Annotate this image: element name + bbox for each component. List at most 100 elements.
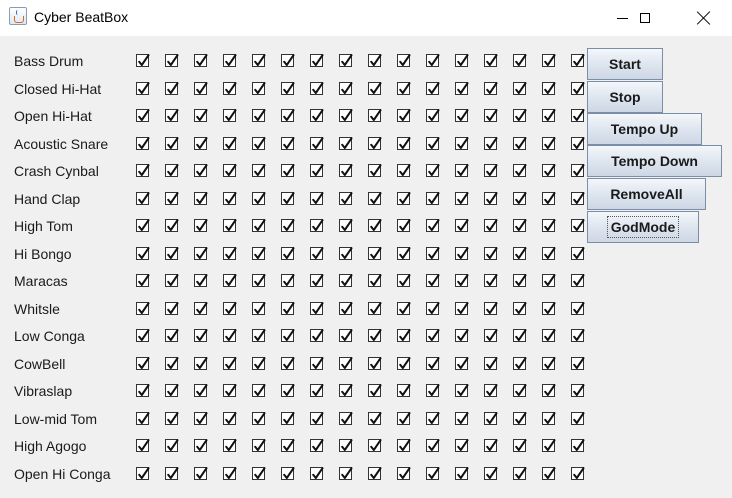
step-checkbox[interactable]	[165, 466, 179, 480]
step-checkbox[interactable]	[165, 136, 179, 150]
step-checkbox[interactable]	[397, 439, 411, 452]
step-checkbox[interactable]	[223, 329, 237, 342]
step-checkbox[interactable]	[223, 384, 237, 397]
step-checkbox[interactable]	[310, 439, 324, 452]
step-checkbox[interactable]	[165, 191, 179, 205]
step-checkbox[interactable]	[571, 81, 585, 95]
step-checkbox[interactable]	[252, 109, 266, 122]
step-checkbox[interactable]	[281, 54, 295, 67]
step-checkbox[interactable]	[281, 246, 295, 260]
step-checkbox[interactable]	[368, 439, 382, 452]
step-checkbox[interactable]	[281, 301, 295, 315]
step-checkbox[interactable]	[455, 356, 469, 370]
step-checkbox[interactable]	[165, 301, 179, 315]
step-checkbox[interactable]	[136, 246, 150, 260]
step-checkbox[interactable]	[542, 219, 556, 232]
step-checkbox[interactable]	[281, 274, 295, 287]
step-checkbox[interactable]	[426, 466, 440, 480]
step-checkbox[interactable]	[571, 329, 585, 342]
step-checkbox[interactable]	[484, 274, 498, 287]
step-checkbox[interactable]	[571, 54, 585, 67]
step-checkbox[interactable]	[339, 191, 353, 205]
step-checkbox[interactable]	[397, 329, 411, 342]
step-checkbox[interactable]	[455, 466, 469, 480]
step-checkbox[interactable]	[542, 246, 556, 260]
step-checkbox[interactable]	[455, 439, 469, 452]
step-checkbox[interactable]	[426, 356, 440, 370]
step-checkbox[interactable]	[310, 329, 324, 342]
step-checkbox[interactable]	[542, 136, 556, 150]
step-checkbox[interactable]	[252, 439, 266, 452]
step-checkbox[interactable]	[136, 191, 150, 205]
step-checkbox[interactable]	[194, 466, 208, 480]
step-checkbox[interactable]	[281, 384, 295, 397]
step-checkbox[interactable]	[136, 136, 150, 150]
step-checkbox[interactable]	[194, 109, 208, 122]
step-checkbox[interactable]	[397, 136, 411, 150]
step-checkbox[interactable]	[484, 54, 498, 67]
step-checkbox[interactable]	[542, 329, 556, 342]
step-checkbox[interactable]	[223, 466, 237, 480]
step-checkbox[interactable]	[571, 246, 585, 260]
step-checkbox[interactable]	[252, 246, 266, 260]
step-checkbox[interactable]	[571, 384, 585, 397]
step-checkbox[interactable]	[310, 136, 324, 150]
step-checkbox[interactable]	[310, 411, 324, 425]
step-checkbox[interactable]	[252, 164, 266, 177]
step-checkbox[interactable]	[542, 54, 556, 67]
step-checkbox[interactable]	[136, 164, 150, 177]
step-checkbox[interactable]	[484, 109, 498, 122]
step-checkbox[interactable]	[513, 439, 527, 452]
step-checkbox[interactable]	[426, 164, 440, 177]
step-checkbox[interactable]	[397, 274, 411, 287]
step-checkbox[interactable]	[368, 191, 382, 205]
step-checkbox[interactable]	[310, 81, 324, 95]
step-checkbox[interactable]	[484, 136, 498, 150]
step-checkbox[interactable]	[513, 466, 527, 480]
step-checkbox[interactable]	[281, 164, 295, 177]
step-checkbox[interactable]	[455, 109, 469, 122]
step-checkbox[interactable]	[455, 246, 469, 260]
start-button[interactable]: Start	[587, 48, 663, 80]
step-checkbox[interactable]	[310, 219, 324, 232]
step-checkbox[interactable]	[194, 329, 208, 342]
step-checkbox[interactable]	[281, 109, 295, 122]
close-button[interactable]	[681, 0, 727, 36]
step-checkbox[interactable]	[194, 54, 208, 67]
step-checkbox[interactable]	[223, 356, 237, 370]
step-checkbox[interactable]	[252, 466, 266, 480]
step-checkbox[interactable]	[571, 191, 585, 205]
step-checkbox[interactable]	[484, 219, 498, 232]
step-checkbox[interactable]	[165, 274, 179, 287]
step-checkbox[interactable]	[136, 329, 150, 342]
step-checkbox[interactable]	[223, 109, 237, 122]
step-checkbox[interactable]	[513, 81, 527, 95]
step-checkbox[interactable]	[165, 81, 179, 95]
step-checkbox[interactable]	[455, 81, 469, 95]
step-checkbox[interactable]	[281, 329, 295, 342]
step-checkbox[interactable]	[542, 356, 556, 370]
step-checkbox[interactable]	[484, 329, 498, 342]
step-checkbox[interactable]	[136, 439, 150, 452]
step-checkbox[interactable]	[165, 54, 179, 67]
step-checkbox[interactable]	[368, 466, 382, 480]
step-checkbox[interactable]	[455, 54, 469, 67]
step-checkbox[interactable]	[426, 301, 440, 315]
step-checkbox[interactable]	[136, 81, 150, 95]
step-checkbox[interactable]	[513, 274, 527, 287]
step-checkbox[interactable]	[484, 246, 498, 260]
step-checkbox[interactable]	[194, 246, 208, 260]
step-checkbox[interactable]	[165, 384, 179, 397]
step-checkbox[interactable]	[513, 164, 527, 177]
step-checkbox[interactable]	[339, 301, 353, 315]
step-checkbox[interactable]	[339, 356, 353, 370]
step-checkbox[interactable]	[455, 191, 469, 205]
step-checkbox[interactable]	[513, 301, 527, 315]
step-checkbox[interactable]	[165, 219, 179, 232]
step-checkbox[interactable]	[426, 246, 440, 260]
step-checkbox[interactable]	[252, 191, 266, 205]
step-checkbox[interactable]	[339, 246, 353, 260]
step-checkbox[interactable]	[368, 54, 382, 67]
step-checkbox[interactable]	[136, 274, 150, 287]
step-checkbox[interactable]	[542, 164, 556, 177]
